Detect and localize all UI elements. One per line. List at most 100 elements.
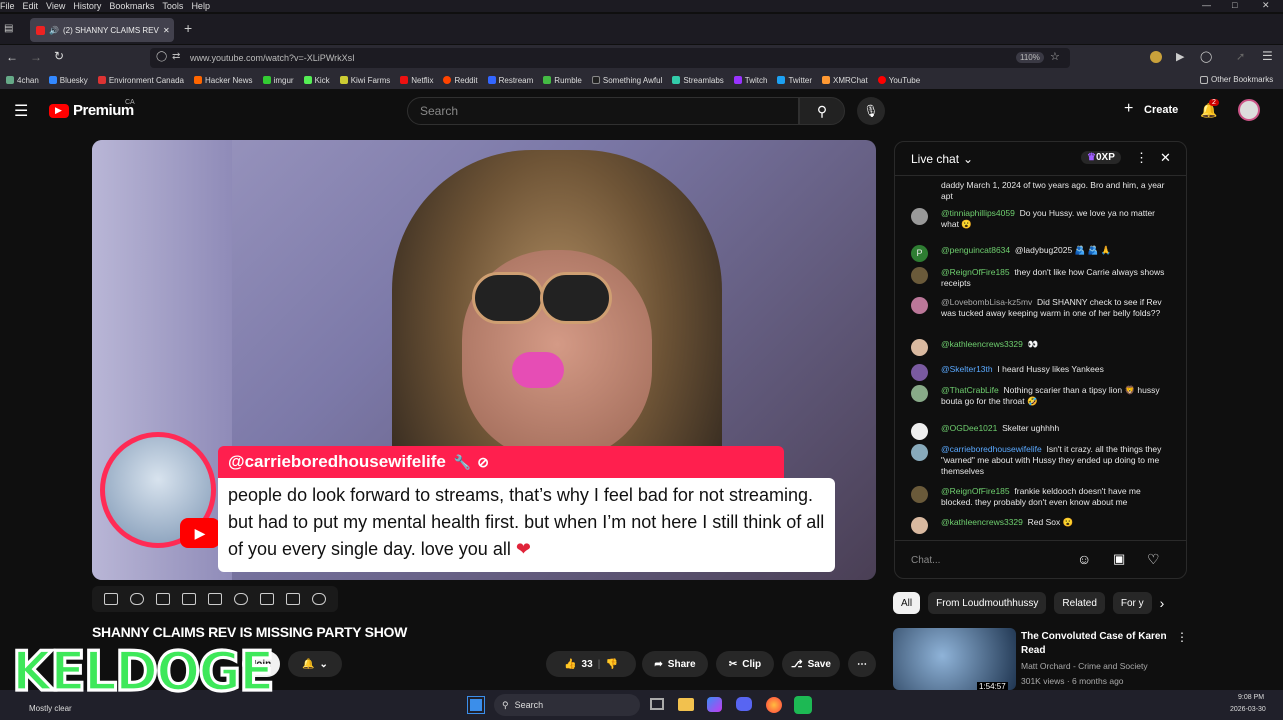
subscribed-bell-button[interactable]: 🔔 ⌄ [288, 651, 342, 677]
thumbs-down-icon[interactable]: 👎 [605, 659, 617, 670]
miniplayer-icon[interactable] [208, 593, 222, 605]
zoom-badge[interactable]: 110% [1016, 52, 1044, 63]
rec-title[interactable]: The Convoluted Case of Karen Read [1021, 630, 1171, 658]
loop-icon[interactable] [104, 593, 118, 605]
menu-help[interactable]: Help [191, 0, 210, 12]
search-input[interactable]: Search [407, 97, 799, 125]
copilot-icon[interactable] [707, 697, 722, 712]
chip-for-you[interactable]: For y [1112, 592, 1152, 614]
bookmark-item[interactable]: Restream [487, 76, 533, 85]
menu-history[interactable]: History [73, 0, 101, 12]
minimize-icon[interactable]: — [1202, 0, 1211, 10]
app-menu-icon[interactable]: ☰ [1262, 49, 1273, 63]
chip-from-channel[interactable]: From Loudmouthhussy [928, 592, 1047, 614]
close-window-icon[interactable]: ✕ [1262, 0, 1270, 11]
live-chat-title[interactable]: Live chat [911, 152, 959, 166]
menu-bookmarks[interactable]: Bookmarks [109, 0, 154, 12]
bookmark-item[interactable]: Netflix [400, 76, 433, 85]
chat-username[interactable]: @Skelter13th [941, 364, 993, 374]
pin-icon[interactable]: ➚ [1236, 50, 1245, 63]
menu-tools[interactable]: Tools [162, 0, 183, 12]
chat-username[interactable]: @carrieboredhousewifelife [941, 444, 1042, 454]
avatar[interactable]: P [911, 245, 928, 262]
shield-icon[interactable]: ◯ [156, 51, 167, 62]
chip-related[interactable]: Related [1054, 592, 1105, 614]
bookmark-star-icon[interactable]: ☆ [1050, 50, 1060, 63]
clock-time[interactable]: 9:08 PM [1238, 694, 1264, 701]
bookmark-item[interactable]: imgur [262, 76, 294, 85]
emoji-icon[interactable]: ☺ [1077, 551, 1091, 567]
firefox-icon[interactable] [766, 697, 782, 713]
clip-button[interactable]: ✂ Clip [716, 651, 774, 677]
stats-icon[interactable] [156, 593, 170, 605]
chevron-right-icon[interactable]: › [1160, 592, 1165, 616]
video-player[interactable]: ▶ @carrieboredhousewifelife 🔧 ⊘ people d… [92, 140, 876, 580]
bookmark-item[interactable]: Streamlabs [672, 76, 724, 85]
bookmark-item[interactable]: 4chan [6, 76, 39, 85]
avatar[interactable] [911, 339, 928, 356]
avatar[interactable] [911, 385, 928, 402]
bookmark-item[interactable]: Bluesky [48, 76, 88, 85]
bookmark-item[interactable]: Twitter [777, 76, 812, 85]
back-icon[interactable]: ← [6, 50, 18, 64]
thumbs-up-icon[interactable]: 👍 [564, 659, 576, 670]
hamburger-menu-icon[interactable]: ☰ [14, 101, 28, 121]
chat-username[interactable]: @ReignOfFire185 [941, 486, 1010, 496]
tab-overview-icon[interactable]: ▤ [4, 23, 13, 34]
screenshot-icon[interactable] [286, 593, 300, 605]
avatar[interactable] [911, 517, 928, 534]
menu-edit[interactable]: Edit [23, 0, 39, 12]
extensions-puzzle-icon[interactable]: ▶ [1176, 50, 1184, 63]
clock-date[interactable]: 2026-03-30 [1230, 706, 1266, 713]
settings-gear-icon[interactable] [312, 593, 326, 605]
discord-icon[interactable] [736, 697, 752, 711]
save-button[interactable]: ⎇ Save [782, 651, 840, 677]
avatar[interactable] [911, 486, 928, 503]
avatar[interactable] [911, 267, 928, 284]
chevron-down-icon[interactable]: ⌄ [963, 152, 973, 166]
heart-icon[interactable]: ♡ [1147, 551, 1160, 568]
xp-badge[interactable]: ♛0XP [1081, 151, 1121, 164]
file-explorer-icon[interactable] [678, 698, 694, 711]
chat-username[interactable]: @OGDee1021 [941, 423, 997, 433]
sync-icon[interactable]: ◯ [1200, 50, 1212, 63]
forward-icon[interactable]: → [30, 50, 42, 64]
bookmark-item[interactable]: Environment Canada [97, 76, 184, 85]
chat-username[interactable]: @kathleencrews3329 [941, 517, 1023, 527]
more-vertical-icon[interactable]: ⋮ [1135, 150, 1148, 166]
chat-username[interactable]: @ReignOfFire185 [941, 267, 1010, 277]
taskbar-search[interactable]: ⚲ Search [494, 694, 640, 716]
avatar[interactable] [911, 297, 928, 314]
extension-icon[interactable] [1150, 51, 1162, 63]
tab-active[interactable]: 🔊 (2) SHANNY CLAIMS REV IS ✕ [30, 18, 174, 42]
windows-start-icon[interactable] [467, 696, 485, 714]
chat-input[interactable]: Chat... [911, 555, 940, 566]
chip-all[interactable]: All [893, 592, 921, 614]
super-chat-icon[interactable]: ▣ [1113, 551, 1125, 567]
speaker-icon[interactable]: 🔊 [49, 26, 59, 35]
live-broadcast-icon[interactable] [130, 593, 144, 605]
bookmark-item[interactable]: XMRChat [822, 76, 868, 85]
bookmark-item[interactable]: Kick [303, 76, 330, 85]
speed-icon[interactable] [234, 593, 248, 605]
plus-icon[interactable]: + [1124, 100, 1133, 118]
subtitles-icon[interactable] [182, 593, 196, 605]
new-tab-icon[interactable]: + [184, 20, 192, 36]
bookmark-item[interactable]: YouTube [877, 76, 920, 85]
chat-username[interactable]: @LovebombLisa-kz5mv [941, 297, 1032, 307]
add-screen-icon[interactable] [260, 593, 274, 605]
bookmark-item[interactable]: Something Awful [591, 76, 662, 85]
bookmark-item[interactable]: Reddit [443, 76, 478, 85]
bookmark-item[interactable]: Kiwi Farms [339, 76, 390, 85]
menu-view[interactable]: View [46, 0, 65, 12]
streamlabs-icon[interactable] [794, 696, 812, 714]
avatar[interactable] [911, 423, 928, 440]
bookmark-item[interactable]: Twitch [733, 76, 767, 85]
search-button[interactable]: ⚲ [799, 97, 845, 125]
site-permissions-icon[interactable]: ⇄ [172, 51, 180, 62]
avatar[interactable] [911, 364, 928, 381]
bookmark-item[interactable]: Rumble [543, 76, 582, 85]
reload-icon[interactable]: ↻ [54, 49, 64, 63]
voice-search-button[interactable]: 🎙 [857, 97, 885, 125]
bookmark-item[interactable]: Hacker News [193, 76, 253, 85]
